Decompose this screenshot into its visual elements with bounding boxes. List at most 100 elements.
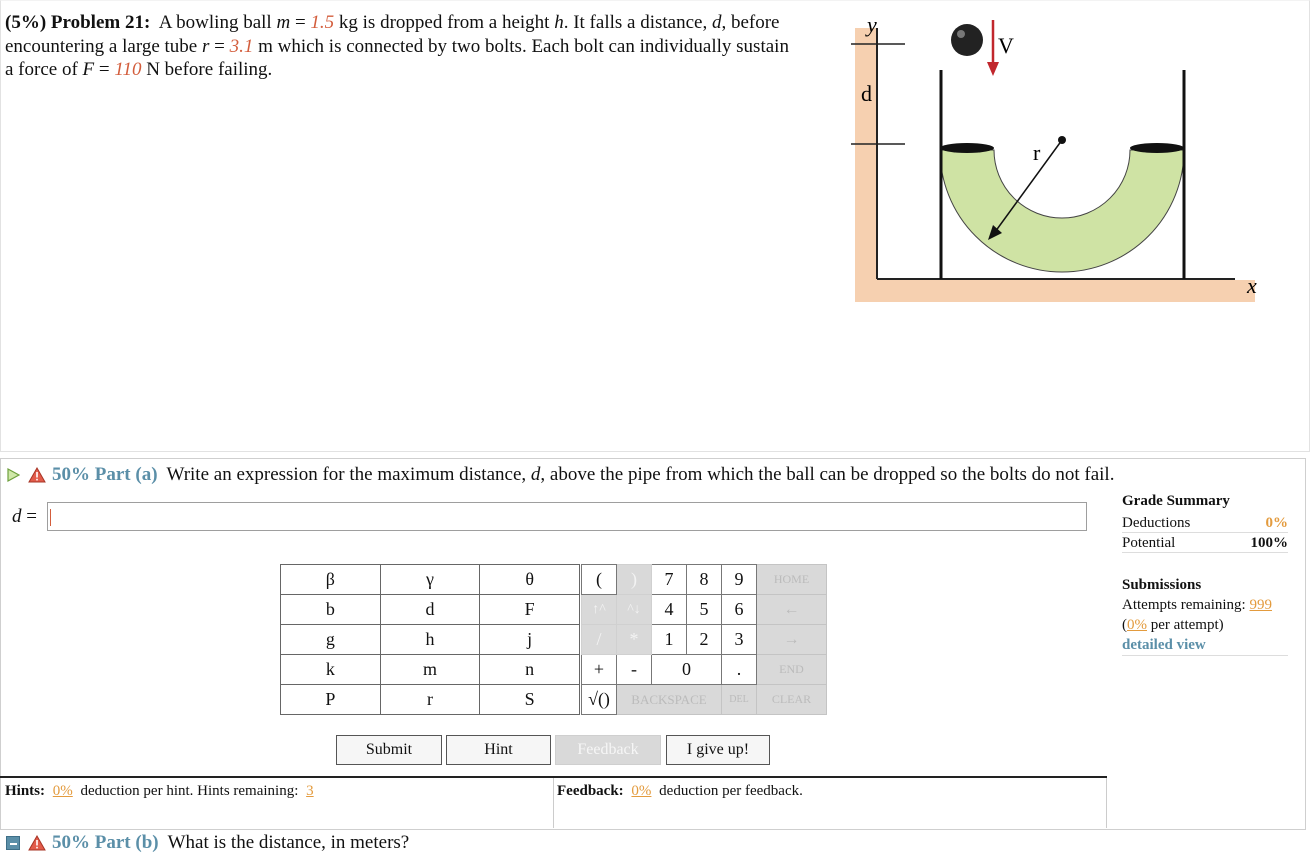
expand-play-icon[interactable] (6, 468, 20, 482)
detailed-view-link[interactable]: detailed view (1122, 635, 1288, 656)
problem-header: (5%) Problem 21: (5, 12, 151, 33)
feedback-info: Feedback: 0% deduction per feedback. (557, 783, 803, 800)
part-b-header: 50% Part (b) What is the distance, in me… (6, 832, 409, 854)
problem-text: A bowling ball (158, 12, 272, 33)
answer-label: d = (12, 506, 37, 528)
attempts-label: Attempts remaining: (1122, 597, 1246, 613)
velocity-label: V (998, 33, 1014, 58)
key-5[interactable]: 5 (686, 594, 722, 625)
key-up-caret[interactable]: ↑^ (581, 594, 617, 625)
key-2[interactable]: 2 (686, 624, 722, 655)
key-del[interactable]: DEL (721, 684, 757, 715)
per-attempt-label: per attempt) (1150, 617, 1224, 633)
velocity-arrowhead (987, 62, 999, 76)
key-1[interactable]: 1 (651, 624, 687, 655)
key-6[interactable]: 6 (721, 594, 757, 625)
give-up-button[interactable]: I give up! (666, 735, 770, 765)
key-left-arrow[interactable]: ← (756, 594, 827, 625)
key-star[interactable]: * (616, 624, 652, 655)
key-slash[interactable]: / (581, 624, 617, 655)
key-m[interactable]: m (379, 654, 481, 685)
key-gamma[interactable]: γ (379, 564, 481, 595)
key-theta[interactable]: θ (479, 564, 580, 595)
deductions-value: 0% (1265, 515, 1289, 531)
key-open-paren[interactable]: ( (581, 564, 617, 595)
warning-icon (28, 835, 46, 851)
feedback-button[interactable]: Feedback (555, 735, 661, 765)
force-value: 110 (114, 59, 142, 80)
radius-value: 3.1 (229, 35, 254, 57)
key-dot[interactable]: . (721, 654, 757, 685)
feedback-text: deduction per feedback. (659, 783, 803, 799)
key-3[interactable]: 3 (721, 624, 757, 655)
d-label: d (861, 81, 872, 106)
hints-remaining: 3 (306, 783, 314, 799)
key-F[interactable]: F (479, 594, 580, 625)
key-0[interactable]: 0 (651, 654, 722, 685)
equals-sign: = (98, 59, 110, 80)
part-a-header: 50% Part (a) Write an expression for the… (6, 464, 1114, 486)
y-axis-label: y (865, 12, 877, 37)
hint-deduction: 0% (52, 783, 73, 799)
key-4[interactable]: 4 (651, 594, 687, 625)
key-right-arrow[interactable]: → (756, 624, 827, 655)
wall (855, 28, 877, 302)
key-h[interactable]: h (379, 624, 481, 655)
hint-button[interactable]: Hint (446, 735, 551, 765)
key-S[interactable]: S (479, 684, 580, 715)
key-end[interactable]: END (756, 654, 827, 685)
key-7[interactable]: 7 (651, 564, 687, 595)
key-minus[interactable]: - (616, 654, 652, 685)
mass-value: 1.5 (310, 12, 335, 33)
ball-highlight (957, 30, 965, 38)
tube (939, 149, 1185, 273)
collapse-icon[interactable] (6, 836, 20, 850)
key-d[interactable]: d (379, 594, 481, 625)
key-n[interactable]: n (479, 654, 580, 685)
problem-text: . It falls a distance, (563, 12, 708, 33)
text-caret (50, 509, 51, 526)
problem-text: kg is dropped from a height (338, 12, 550, 33)
key-P[interactable]: P (280, 684, 381, 715)
problem-statement: (5%) Problem 21: A bowling ball m = 1.5 … (5, 11, 795, 82)
var-m: m (276, 12, 291, 33)
per-attempt: (0% per attempt) (1122, 615, 1288, 635)
equals-sign: = (26, 506, 37, 527)
potential-row: Potential 100% (1122, 533, 1288, 553)
key-8[interactable]: 8 (686, 564, 722, 595)
key-b[interactable]: b (280, 594, 381, 625)
grade-summary-title: Grade Summary (1122, 493, 1230, 509)
hints-info: Hints: 0% deduction per hint. Hints rema… (5, 783, 318, 800)
tube-right-opening (1130, 143, 1184, 153)
key-down-caret[interactable]: ^↓ (616, 594, 652, 625)
potential-label: Potential (1122, 535, 1176, 551)
key-plus[interactable]: + (581, 654, 617, 685)
part-a-question: Write an expression for the maximum dist… (167, 464, 1115, 486)
var-F: F (82, 59, 95, 80)
key-k[interactable]: k (280, 654, 381, 685)
key-sqrt[interactable]: √() (581, 684, 617, 715)
submit-button[interactable]: Submit (336, 735, 442, 765)
tube-diagram: y x d V r (851, 12, 1257, 302)
submissions-panel: Submissions Attempts remaining: 999 (0% … (1122, 575, 1288, 656)
hints-text: deduction per hint. Hints remaining: (80, 783, 299, 799)
key-clear[interactable]: CLEAR (756, 684, 827, 715)
potential-value: 100% (1250, 535, 1289, 551)
key-9[interactable]: 9 (721, 564, 757, 595)
key-home[interactable]: HOME (756, 564, 827, 595)
attempts-value: 999 (1249, 597, 1272, 613)
deductions-row: Deductions 0% (1122, 513, 1288, 533)
radius-label: r (1033, 140, 1041, 165)
question-text: Write an expression for the maximum dist… (166, 464, 527, 485)
key-r[interactable]: r (379, 684, 481, 715)
key-beta[interactable]: β (280, 564, 381, 595)
part-b-question: What is the distance, in meters? (167, 832, 410, 853)
answer-input[interactable] (47, 502, 1087, 531)
key-backspace[interactable]: BACKSPACE (616, 684, 722, 715)
key-close-paren[interactable]: ) (616, 564, 652, 595)
key-j[interactable]: j (479, 624, 580, 655)
x-axis-label: x (1246, 273, 1257, 298)
hints-label: Hints: (5, 783, 46, 799)
key-g[interactable]: g (280, 624, 381, 655)
grade-summary: Grade Summary Deductions 0% Potential 10… (1122, 493, 1288, 553)
